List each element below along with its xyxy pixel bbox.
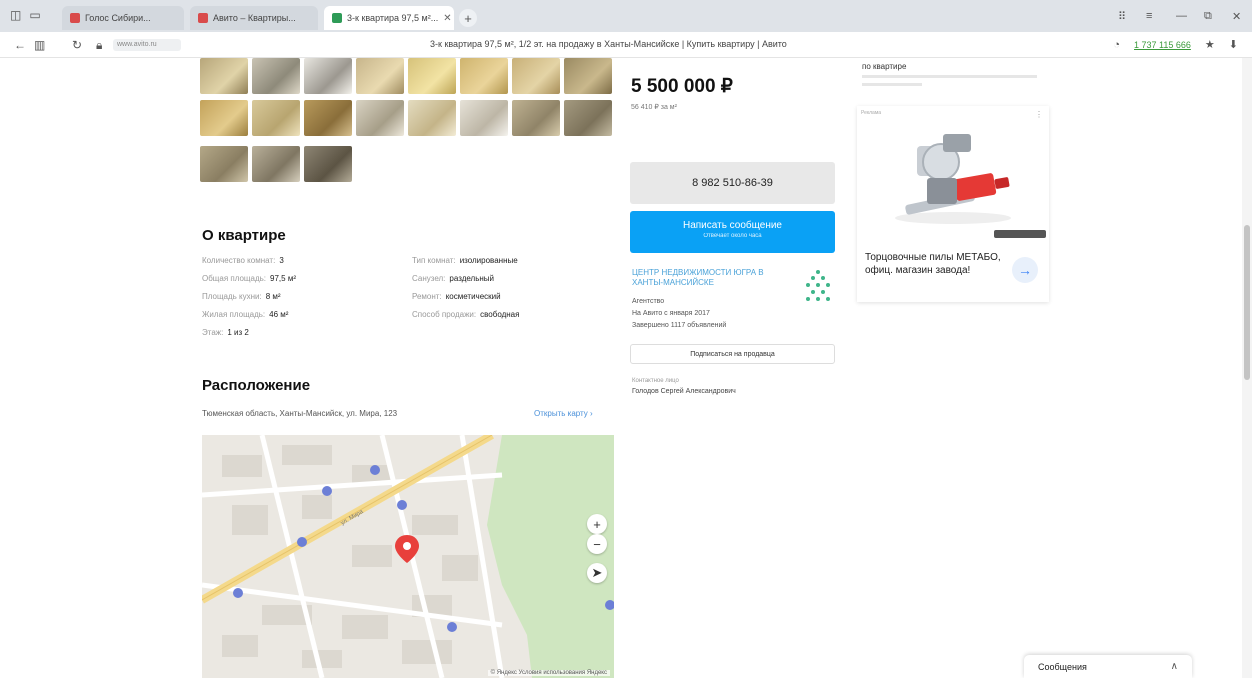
minimize-icon[interactable]: — [1176, 10, 1187, 22]
agency-ads-count: Завершено 1117 объявлений [632, 322, 727, 329]
photo-thumbnail[interactable] [356, 58, 404, 94]
browser-tab-bar: ◫ ▭ Голос Сибири... Авито – Квартиры... … [0, 0, 1252, 32]
photo-thumbnail[interactable] [200, 146, 248, 182]
ad-menu-icon[interactable]: ⋮ [1035, 110, 1043, 119]
tab-2-label: Авито – Квартиры... [213, 13, 296, 23]
tab-2[interactable]: Авито – Квартиры... [190, 6, 318, 30]
map[interactable]: ул. Мира + − ➤ © Яндекс Условия использо… [202, 435, 614, 678]
photo-thumbnail[interactable] [252, 146, 300, 182]
photo-thumbnail[interactable] [460, 58, 508, 94]
contact-person-name: Голодов Сергей Александрович [632, 388, 736, 395]
photo-thumbnail[interactable] [408, 58, 456, 94]
miter-saw-image [895, 134, 1011, 224]
extensions-icon[interactable]: ⠿ [1118, 10, 1126, 23]
photo-thumbnail[interactable] [512, 58, 560, 94]
photo-thumbnail[interactable] [512, 100, 560, 136]
menu-icon[interactable]: ≡ [1146, 10, 1152, 22]
address-bar: ← ▥ ↻ 🔒︎ www.avito.ru 3-к квартира 97,5 … [0, 32, 1252, 58]
lock-icon: 🔒︎ [96, 38, 103, 52]
promo-link[interactable]: 1 737 115 666 [1134, 40, 1191, 50]
photo-thumbnail[interactable] [408, 100, 456, 136]
ad-image: Реклама ⋮ [857, 106, 1049, 240]
photo-thumbnail[interactable] [304, 100, 352, 136]
location-title: Расположение [202, 377, 311, 394]
address-bar-tools: ◔ 1 737 115 666 ★ ⬇ [1113, 38, 1238, 52]
ad-top-text: по квартире [862, 62, 907, 71]
tab-3-active[interactable]: 3-к квартира 97,5 м²... ✕ [324, 6, 454, 30]
subscribe-seller-button[interactable]: Подписаться на продавца [630, 344, 835, 364]
property-floor: Этаж: 1 из 2 [202, 328, 249, 337]
close-window-icon[interactable]: ✕ [1232, 10, 1241, 23]
zoom-out-button[interactable]: − [587, 534, 607, 554]
favicon-icon [198, 13, 208, 23]
sidebar-toggle-icon[interactable]: ◫ [10, 8, 21, 22]
zoom-in-button[interactable]: + [587, 514, 607, 534]
downloads-icon[interactable]: ⬇ [1229, 38, 1238, 51]
forward-icon[interactable]: ▥ [34, 38, 45, 52]
write-message-label: Написать сообщение [682, 220, 782, 231]
tab-1[interactable]: Голос Сибири... [62, 6, 184, 30]
photo-thumbnail[interactable] [460, 100, 508, 136]
address-page-title[interactable]: 3-к квартира 97,5 м², 1/2 эт. на продажу… [430, 39, 787, 49]
reload-icon[interactable]: ↻ [72, 38, 82, 52]
bookmark-icon[interactable]: ★ [1205, 38, 1215, 51]
browser-left-icons: ◫ ▭ [10, 8, 41, 22]
favicon-icon [332, 13, 342, 23]
photo-thumbnail[interactable] [356, 100, 404, 136]
property-renovation: Ремонт: косметический [412, 292, 501, 301]
reader-icon[interactable]: ◔ [1113, 39, 1120, 51]
photo-thumbnail[interactable] [200, 100, 248, 136]
map-attribution[interactable]: © Яндекс Условия использования Яндекс [487, 670, 610, 676]
new-tab-button[interactable]: + [459, 9, 477, 27]
tab-3-label: 3-к квартира 97,5 м²... [347, 13, 439, 23]
messenger-label: Сообщения [1038, 661, 1087, 672]
write-message-button[interactable]: Написать сообщение Отвечает около часа [630, 211, 835, 253]
ad-label: Реклама [861, 110, 882, 116]
open-map-link[interactable]: Открыть карту › [534, 409, 593, 418]
photo-thumbnail[interactable] [252, 100, 300, 136]
map-graphic: ул. Мира [202, 435, 614, 678]
ad-badge [994, 230, 1046, 238]
property-bathroom: Санузел: раздельный [412, 274, 495, 283]
photo-thumbnail[interactable] [564, 58, 612, 94]
geolocate-button[interactable]: ➤ [587, 563, 607, 583]
property-living-area: Жилая площадь: 46 м² [202, 310, 289, 319]
price: 5 500 000 ₽ [631, 76, 733, 97]
response-time-label: Отвечает около часа [703, 233, 762, 239]
ad-top-placeholder [862, 75, 1037, 86]
chevron-up-icon[interactable]: ∧ [1171, 661, 1178, 672]
back-icon[interactable]: ← [14, 38, 26, 52]
property-kitchen-area: Площадь кухни: 8 м² [202, 292, 281, 301]
ad-text[interactable]: Торцовочные пилы МЕТАБО, офиц. магазин з… [865, 251, 1005, 277]
contact-person-label: Контактное лицо [632, 378, 679, 384]
photo-thumbnail[interactable] [564, 100, 612, 136]
property-room-type: Тип комнат: изолированные [412, 256, 518, 265]
address-text: Тюменская область, Ханты-Мансийск, ул. М… [202, 409, 398, 418]
ad-card[interactable]: Реклама ⋮ Торцовочные пилы МЕТАБО, офиц.… [857, 106, 1049, 302]
agency-since: На Авито с января 2017 [632, 310, 710, 317]
photo-thumbnail[interactable] [304, 146, 352, 182]
ad-arrow-icon[interactable]: → [1012, 257, 1038, 283]
agency-name-link[interactable]: ЦЕНТР НЕДВИЖИМОСТИ ЮГРА В ХАНТЫ-МАНСИЙСК… [632, 268, 792, 288]
close-tab-icon[interactable]: ✕ [443, 13, 451, 24]
url-domain-chip[interactable]: www.avito.ru [113, 39, 181, 51]
messenger-widget[interactable]: Сообщения ∧ [1024, 655, 1192, 678]
property-total-area: Общая площадь: 97,5 м² [202, 274, 296, 283]
property-rooms: Количество комнат: 3 [202, 256, 284, 265]
show-phone-button[interactable]: 8 982 510-86-39 [630, 162, 835, 204]
about-title: О квартире [202, 227, 286, 244]
tabs-menu-icon[interactable]: ▭ [29, 8, 40, 22]
photo-thumbnail[interactable] [304, 58, 352, 94]
favicon-icon [70, 13, 80, 23]
photo-thumbnail[interactable] [200, 58, 248, 94]
scrollbar-thumb[interactable] [1244, 225, 1250, 380]
photo-thumbnail[interactable] [252, 58, 300, 94]
agency-type: Агентство [632, 298, 665, 305]
maximize-icon[interactable]: ⧉ [1204, 10, 1212, 23]
price-per-meter: 56 410 ₽ за м² [631, 104, 677, 111]
agency-logo-icon[interactable] [802, 268, 834, 308]
property-sale-type: Способ продажи: свободная [412, 310, 520, 319]
tab-1-label: Голос Сибири... [85, 13, 151, 23]
